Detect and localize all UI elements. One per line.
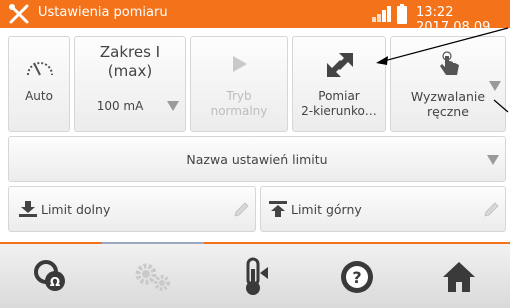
mode-line1: Tryb [226, 89, 252, 103]
hand-pointer-icon [440, 51, 459, 75]
pencil-icon [234, 202, 249, 217]
trigger-line1: Wyzwalanie [410, 89, 486, 104]
play-icon [233, 56, 247, 72]
limit-name-select[interactable]: Nazwa ustawień limitu [8, 136, 506, 182]
limit-name-label: Nazwa ustawień limitu [186, 152, 328, 167]
nav-settings[interactable] [102, 252, 204, 302]
page-title: Ustawienia pomiaru [38, 5, 168, 20]
header-bar: Ustawienia pomiaru 13:22 2017.08.09 [0, 0, 510, 35]
pencil-icon [484, 202, 499, 217]
svg-text:?: ? [352, 268, 361, 287]
chevron-down-icon [487, 155, 499, 165]
tool-icon [9, 4, 29, 24]
lower-limit-label: Limit dolny [41, 202, 111, 217]
range-value: 100 mA [96, 99, 144, 113]
signal-icon [372, 6, 391, 22]
bidirectional-arrows-icon [327, 53, 353, 77]
upper-limit-field[interactable]: Limit górny [260, 186, 506, 232]
lower-limit-field[interactable]: Limit dolny [8, 186, 256, 232]
chevron-down-icon [167, 101, 179, 111]
home-icon [443, 262, 475, 292]
nav-measurement[interactable]: Ω [0, 252, 102, 302]
direction-tile[interactable]: Pomiar 2-kierunko… [292, 36, 386, 132]
settings-gears-icon [135, 263, 170, 291]
selection-indicator [102, 242, 204, 244]
trigger-tile[interactable]: Wyzwalanie ręczne [390, 36, 506, 132]
range-tile[interactable]: Zakres I (max) 100 mA [74, 36, 186, 132]
nav-help[interactable]: ? [306, 252, 408, 302]
nav-home[interactable] [408, 252, 510, 302]
svg-text:Ω: Ω [50, 275, 60, 289]
upload-icon [269, 201, 287, 217]
mode-line2: normalny [210, 104, 268, 118]
thermometer-icon [246, 257, 268, 295]
trigger-line2: ręczne [427, 104, 469, 119]
auto-label: Auto [25, 89, 53, 103]
range-title: Zakres I [99, 43, 161, 61]
bottom-nav: Ω ? [0, 242, 510, 308]
measurement-icon: Ω [34, 260, 65, 291]
gauge-icon [27, 62, 53, 76]
nav-temperature[interactable] [204, 252, 306, 302]
upper-limit-label: Limit górny [291, 202, 362, 217]
clock: 13:22 2017.08.09 [416, 5, 491, 35]
direction-line1: Pomiar [318, 89, 360, 103]
download-icon [19, 201, 37, 217]
auto-range-tile[interactable]: Auto [8, 36, 70, 132]
range-subtitle: (max) [107, 62, 153, 80]
battery-icon [397, 4, 407, 24]
mode-tile[interactable]: Tryb normalny [190, 36, 288, 132]
direction-line2: 2-kierunko… [301, 104, 377, 118]
help-icon: ? [341, 261, 373, 293]
